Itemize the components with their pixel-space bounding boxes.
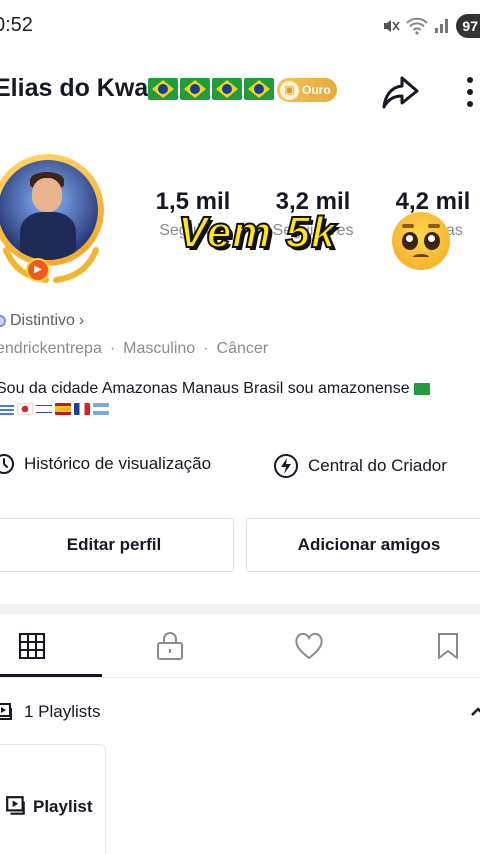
brazil-flag-icon <box>244 78 274 100</box>
badge-icon <box>0 315 6 327</box>
playlists-count: 1 Playlists <box>24 702 101 721</box>
tab-videos[interactable] <box>0 614 80 678</box>
status-time: 0:52 <box>0 14 33 36</box>
grid-icon <box>19 633 45 659</box>
name-flags <box>148 78 274 100</box>
distintivo-link[interactable]: Distintivo › <box>0 312 84 330</box>
france-flag-icon <box>74 403 90 415</box>
share-icon <box>382 76 419 109</box>
history-link[interactable]: Histórico de visualização <box>0 452 211 476</box>
profile-meta: endrickentrepa · Masculino · Câncer <box>0 340 268 358</box>
lightning-icon <box>274 454 298 478</box>
add-friends-button[interactable]: Adicionar amigos <box>246 518 480 572</box>
heart-icon <box>295 632 323 660</box>
clock-icon <box>0 454 14 474</box>
avatar-image <box>0 160 98 260</box>
live-play-icon: ▶ <box>26 258 50 282</box>
chevron-up-icon[interactable] <box>470 706 480 718</box>
wifi-icon <box>406 17 428 35</box>
bookmark-icon <box>438 633 458 659</box>
playlist-icon <box>0 703 12 720</box>
more-options-button[interactable] <box>458 72 480 112</box>
more-vertical-icon <box>467 77 473 107</box>
bio-flags <box>0 403 109 415</box>
ouro-badge[interactable]: ▣ Ouro <box>277 78 337 102</box>
playlists-header[interactable]: 1 Playlists <box>0 694 480 730</box>
playlist-card-label: Playlist <box>33 797 93 816</box>
creator-center-label: Central do Criador <box>308 456 447 475</box>
overlay-caption: Vem 5k <box>177 207 337 258</box>
profile-name: Elias do Kwai <box>0 74 156 102</box>
distintivo-label: Distintivo <box>10 312 75 329</box>
uruguay-flag-icon <box>0 403 14 415</box>
username: endrickentrepa <box>0 340 102 357</box>
edit-profile-button[interactable]: Editar perfil <box>0 518 234 572</box>
japan-flag-icon <box>17 403 33 415</box>
chevron-right-icon: › <box>78 312 85 329</box>
signal-icon <box>435 19 448 33</box>
playlist-card[interactable]: Playlist <box>0 744 106 854</box>
israel-flag-icon <box>36 403 52 415</box>
status-bar: 0:52 97 <box>0 0 480 52</box>
active-tab-indicator <box>0 674 102 677</box>
spain-flag-icon <box>55 403 71 415</box>
playlist-icon <box>6 796 25 815</box>
coin-icon: ▣ <box>280 80 299 100</box>
stat-value: 4,2 mil <box>395 188 471 215</box>
tab-private[interactable] <box>122 614 218 678</box>
section-divider <box>0 604 480 614</box>
laurel-icon <box>3 247 99 283</box>
lock-icon <box>157 632 183 660</box>
share-button[interactable] <box>380 72 420 112</box>
battery-indicator: 97 <box>456 14 480 38</box>
creator-center-link[interactable]: Central do Criador <box>272 452 447 480</box>
content-tabs <box>0 614 480 678</box>
tab-saved[interactable] <box>400 614 480 678</box>
zodiac-sign: Câncer <box>216 340 269 357</box>
ouro-badge-label: Ouro <box>302 83 331 97</box>
brazil-flag-icon <box>148 78 178 100</box>
mute-icon <box>384 20 400 32</box>
gender: Masculino <box>123 340 196 357</box>
avatar[interactable]: ▶ <box>0 154 110 286</box>
pleading-face-emoji-icon <box>392 212 450 270</box>
status-icons: 97 <box>382 12 480 40</box>
quick-links: Histórico de visualização Central do Cri… <box>0 448 480 484</box>
profile-header: Elias do Kwai ▣ Ouro <box>0 68 480 114</box>
brazil-flag-icon <box>414 382 431 395</box>
tab-liked[interactable] <box>261 614 357 678</box>
argentina-flag-icon <box>93 403 109 415</box>
history-label: Histórico de visualização <box>24 454 212 473</box>
brazil-flag-icon <box>180 78 210 100</box>
bio-text: Sou da cidade Amazonas Manaus Brasil sou… <box>0 380 431 398</box>
brazil-flag-icon <box>212 78 242 100</box>
